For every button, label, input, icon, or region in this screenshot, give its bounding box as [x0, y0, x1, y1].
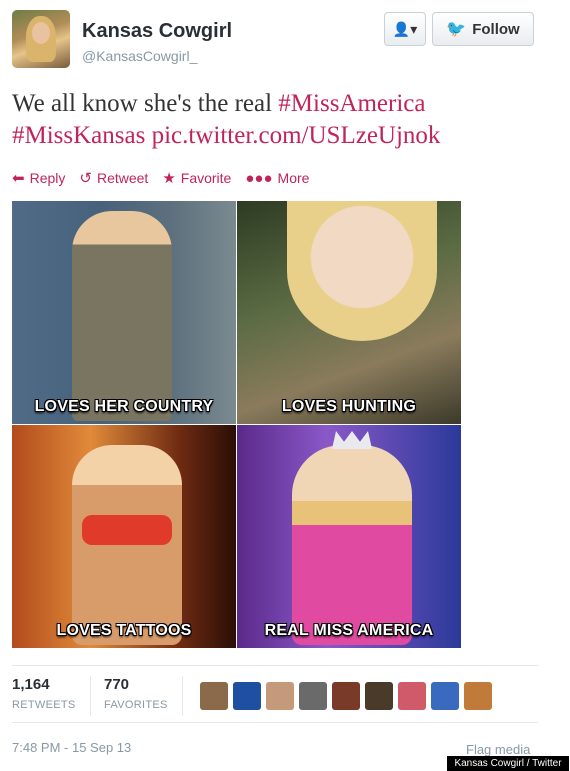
favoriter-avatar[interactable]	[299, 682, 327, 710]
favoriter-avatar[interactable]	[332, 682, 360, 710]
favoriter-avatar[interactable]	[431, 682, 459, 710]
reply-button[interactable]: ⬅ Reply	[12, 169, 65, 187]
tweet-text: We all know she's the real #MissAmerica …	[12, 88, 552, 152]
more-button[interactable]: ●●● More	[245, 170, 309, 187]
person-icon: 👤▾	[392, 20, 418, 37]
caption-miss-america: REAL MISS AMERICA	[264, 622, 434, 639]
tweet-header: Kansas Cowgirl @KansasCowgirl_ 👤▾ 🐦 Foll…	[12, 10, 558, 72]
reply-label: Reply	[29, 170, 66, 186]
twitter-bird-icon: 🐦	[446, 21, 467, 38]
follow-button[interactable]: 🐦 Follow	[432, 12, 534, 46]
archer-figure	[287, 201, 437, 341]
hashtag-misskansas[interactable]: #MissKansas	[12, 122, 145, 149]
pageant-figure	[292, 445, 412, 645]
favoriter-avatar[interactable]	[200, 682, 228, 710]
avatar[interactable]	[12, 10, 70, 68]
more-dots-icon: ●●●	[245, 169, 273, 187]
retweet-button[interactable]: ↺ Retweet	[79, 169, 148, 187]
favorite-button[interactable]: ★ Favorite	[162, 169, 231, 187]
soldier-figure	[72, 211, 172, 421]
divider	[90, 676, 91, 716]
flag-media-link[interactable]: Flag media	[466, 742, 530, 757]
reply-icon: ⬅	[12, 170, 25, 187]
tweet-text-plain: We all know she's the real	[12, 90, 279, 117]
favorites-stat[interactable]: 770 FAVORITES	[104, 676, 168, 711]
crown-icon	[332, 431, 372, 449]
user-handle[interactable]: @KansasCowgirl_	[82, 48, 197, 64]
hashtag-missamerica[interactable]: #MissAmerica	[278, 90, 425, 117]
favoriter-avatar[interactable]	[464, 682, 492, 710]
divider	[182, 676, 183, 716]
avatar-face	[32, 22, 50, 44]
retweets-stat[interactable]: 1,164 RETWEETS	[12, 676, 76, 711]
user-name[interactable]: Kansas Cowgirl	[82, 20, 232, 43]
media-tile-tattoos[interactable]: LOVES TATTOOS	[12, 425, 236, 648]
image-credit: Kansas Cowgirl / Twitter	[447, 756, 569, 771]
media-collage[interactable]: LOVES HER COUNTRY LOVES HUNTING LOVES TA…	[12, 201, 461, 648]
swimsuit-top	[82, 515, 172, 545]
media-link[interactable]: pic.twitter.com/USLzeUjnok	[152, 122, 441, 149]
retweet-label: Retweet	[96, 170, 149, 186]
favoriter-avatar[interactable]	[398, 682, 426, 710]
more-label: More	[277, 170, 310, 186]
favorites-label: FAVORITES	[104, 699, 168, 711]
divider	[12, 722, 538, 723]
tweet-actions: ⬅ Reply ↺ Retweet ★ Favorite ●●● More	[12, 168, 309, 188]
favorite-label: Favorite	[180, 170, 232, 186]
star-icon: ★	[162, 170, 176, 187]
retweet-icon: ↺	[79, 170, 92, 187]
favoriter-avatars	[200, 682, 492, 710]
caption-tattoos: LOVES TATTOOS	[56, 622, 192, 639]
favoriter-avatar[interactable]	[233, 682, 261, 710]
caption-country: LOVES HER COUNTRY	[34, 398, 214, 415]
user-menu-button[interactable]: 👤▾	[384, 12, 426, 46]
follow-label: Follow	[472, 20, 520, 38]
favorites-count: 770	[104, 676, 130, 693]
retweets-label: RETWEETS	[12, 699, 76, 711]
favoriter-avatar[interactable]	[365, 682, 393, 710]
favoriter-avatar[interactable]	[266, 682, 294, 710]
caption-hunting: LOVES HUNTING	[281, 398, 417, 415]
divider	[12, 665, 538, 666]
tweet-stats: 1,164 RETWEETS 770 FAVORITES	[12, 676, 538, 716]
tweet-timestamp[interactable]: 7:48 PM - 15 Sep 13	[12, 740, 131, 755]
swimsuit-figure	[72, 445, 182, 645]
media-tile-miss-america[interactable]: REAL MISS AMERICA	[237, 425, 461, 648]
retweets-count: 1,164	[12, 676, 50, 693]
media-tile-country[interactable]: LOVES HER COUNTRY	[12, 201, 236, 424]
media-tile-hunting[interactable]: LOVES HUNTING	[237, 201, 461, 424]
